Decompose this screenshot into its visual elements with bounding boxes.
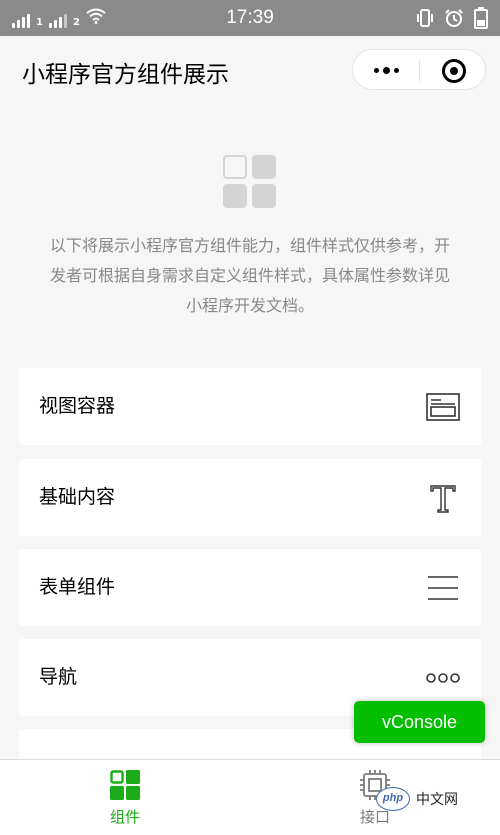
tab-label: 组件 [109,809,140,826]
view-container-icon [425,390,461,423]
navigation-bar: 小程序官方组件展示 [0,36,500,102]
watermark-text: 中文网 [416,791,458,807]
menu-item-label: 基础内容 [39,487,116,508]
components-grid-icon [110,770,140,800]
navigation-dots-icon [425,661,461,694]
menu-item-view-container[interactable]: 视图容器 [19,368,481,445]
status-bar-right [416,7,488,33]
tab-api[interactable]: 接口 [250,760,500,835]
tab-label: 接口 [359,809,390,826]
record-close-icon [441,58,466,83]
menu-item-basic-content[interactable]: 基础内容 [19,459,481,536]
menu-item-label: 表单组件 [39,577,116,598]
page-title: 小程序官方组件展示 [22,61,229,87]
site-watermark: php 中文网 [376,787,458,811]
intro-description: 以下将展示小程序官方组件能力，组件样式仅供参考，开发者可根据自身需求自定义组件样… [50,238,451,315]
tab-components[interactable]: 组件 [0,760,250,835]
watermark-badge: php [376,787,410,811]
alarm-icon [444,8,464,32]
battery-icon [474,7,488,33]
component-grid-logo [223,155,277,209]
close-button[interactable] [420,50,487,91]
vconsole-button[interactable]: vConsole [354,701,485,743]
form-lines-icon [425,571,461,604]
menu-capsule [352,49,486,90]
more-dot [393,68,399,73]
more-dots-icon [373,68,379,73]
menu-item-label: 视图容器 [39,396,116,417]
text-t-icon [425,481,461,514]
vibrate-icon [416,8,434,32]
menu-item-label: 导航 [39,667,78,688]
more-dot [382,67,390,74]
menu-item-form-components[interactable]: 表单组件 [19,549,481,626]
more-button[interactable] [353,50,419,91]
status-bar: 1 2 17:39 [0,0,500,36]
